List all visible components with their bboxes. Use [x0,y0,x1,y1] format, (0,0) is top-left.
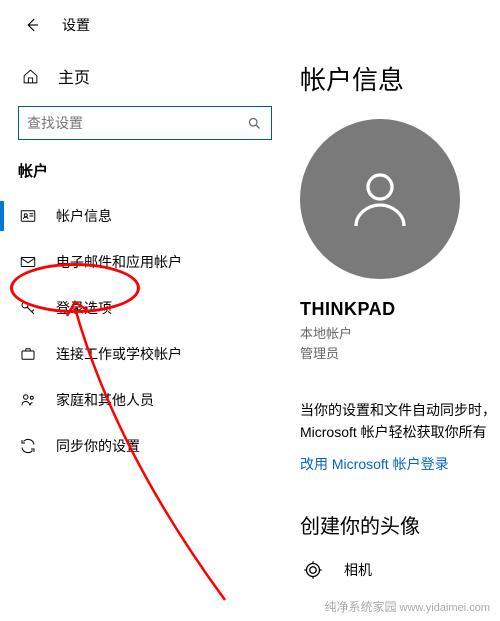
search-icon [247,116,263,131]
sidebar-item-label: 帐户信息 [56,206,112,226]
key-icon [18,299,38,317]
back-button[interactable] [22,15,42,35]
page-title: 帐户信息 [300,60,500,97]
watermark-cn: 纯净系统家园 [324,600,396,614]
people-icon [18,391,38,409]
search-input[interactable] [27,115,247,131]
sync-description-line2: Microsoft 帐户轻松获取你所有 [300,421,500,443]
home-label: 主页 [58,64,90,88]
account-type: 本地帐户 [300,324,500,344]
sidebar-section-header: 帐户 [0,160,290,181]
create-avatar-title: 创建你的头像 [300,510,500,539]
briefcase-icon [18,345,38,363]
camera-label: 相机 [344,560,372,580]
sidebar-item-label: 登录选项 [56,298,112,318]
sync-description-line1: 当你的设置和文件自动同步时， [300,399,500,421]
watermark: 纯净系统家园 www.yidaimei.com [324,598,490,615]
sidebar-item-signin-options[interactable]: 登录选项 [0,285,290,331]
sidebar-item-email[interactable]: 电子邮件和应用帐户 [0,239,290,285]
account-role: 管理员 [300,344,500,364]
sync-icon [18,437,38,455]
sidebar-item-work-school[interactable]: 连接工作或学校帐户 [0,331,290,377]
switch-account-link[interactable]: 改用 Microsoft 帐户登录 [300,454,449,474]
sidebar-item-label: 同步你的设置 [56,436,140,456]
sidebar-item-sync[interactable]: 同步你的设置 [0,423,290,469]
sidebar-item-label: 电子邮件和应用帐户 [56,252,182,272]
sidebar-item-label: 连接工作或学校帐户 [56,344,182,364]
search-box[interactable] [18,106,272,140]
username: THINKPAD [300,299,500,320]
camera-option[interactable]: 相机 [300,557,500,583]
mail-icon [18,253,38,271]
sidebar: 主页 帐户 帐户信息 电子邮件和应用帐户 登录选项 [0,50,290,621]
back-arrow-icon [23,16,41,34]
sidebar-item-family[interactable]: 家庭和其他人员 [0,377,290,423]
home-icon [22,68,40,85]
watermark-url: www.yidaimei.com [400,602,490,614]
main-content: 帐户信息 THINKPAD 本地帐户 管理员 当你的设置和文件自动同步时， Mi… [290,50,500,621]
window-title: 设置 [62,15,90,35]
sidebar-item-label: 家庭和其他人员 [56,390,154,410]
camera-icon [300,557,328,583]
home-nav-item[interactable]: 主页 [0,56,290,96]
avatar [300,119,460,279]
id-card-icon [18,207,38,225]
sidebar-item-account-info[interactable]: 帐户信息 [0,193,290,239]
user-icon [344,163,416,235]
